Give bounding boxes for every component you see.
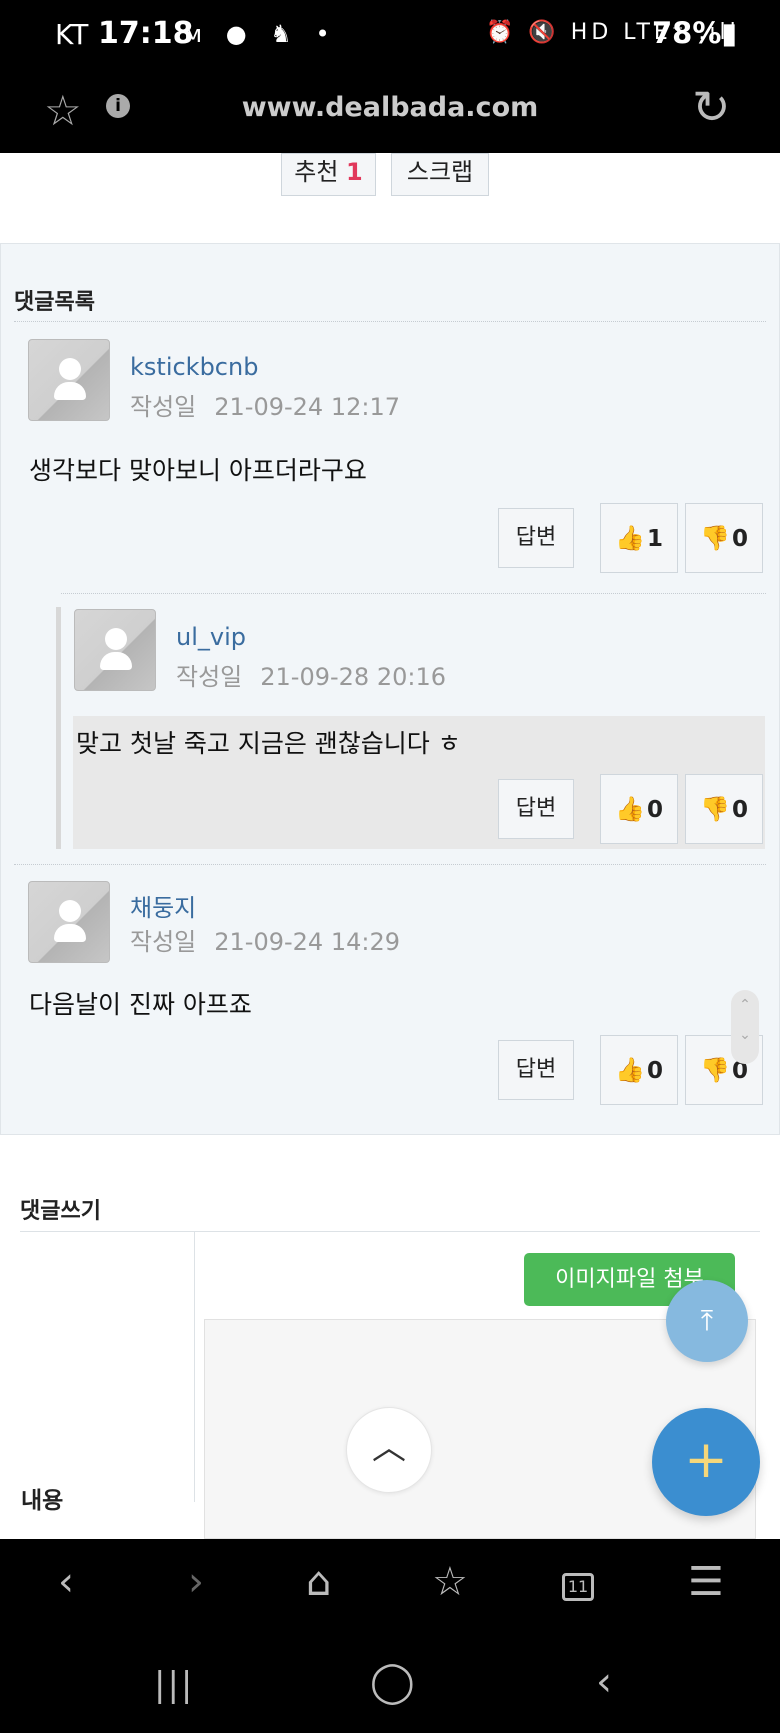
like-button[interactable]: 👍0 (600, 774, 678, 844)
recents-icon[interactable]: ||| (154, 1665, 194, 1705)
like-count: 0 (646, 1058, 663, 1084)
thumbs-down-icon: 👎 (700, 1056, 730, 1084)
recommend-button[interactable]: 추천 1 (281, 153, 376, 196)
chevron-up-icon[interactable]: ︿ (346, 1407, 432, 1493)
comment-list-panel: 댓글목록 kstickbcnb 작성일 21-09-24 12:17 생각보다 맞… (0, 243, 780, 1135)
thumbs-up-icon: 👍 (615, 795, 645, 823)
like-button[interactable]: 👍1 (600, 503, 678, 573)
comment-date: 작성일 21-09-24 14:29 (130, 922, 400, 957)
reply-button[interactable]: 답변 (498, 508, 574, 568)
scrap-button[interactable]: 스크랩 (391, 153, 489, 196)
date-value: 21-09-24 12:17 (214, 393, 400, 421)
comment-author[interactable]: kstickbcnb (130, 353, 258, 381)
comment-date: 작성일 21-09-24 12:17 (130, 387, 400, 422)
home-icon[interactable]: ⌂ (306, 1559, 331, 1605)
add-fab-button[interactable]: + (652, 1408, 760, 1516)
comment-text: 생각보다 맞아보니 아프더라구요 (29, 456, 367, 485)
reply-button[interactable]: 답변 (498, 779, 574, 839)
thumbs-down-icon: 👎 (700, 524, 730, 552)
reply-indent-bar (56, 607, 61, 849)
comment-list-title: 댓글목록 (14, 290, 95, 315)
like-count: 0 (646, 797, 663, 823)
date-label: 작성일 (130, 928, 197, 956)
like-button[interactable]: 👍0 (600, 1035, 678, 1105)
scroll-to-top-icon[interactable]: ⤒ (666, 1280, 748, 1362)
like-count: 1 (646, 526, 663, 552)
reload-icon[interactable]: ↻ (692, 80, 731, 134)
comment-author[interactable]: ul_vip (176, 623, 246, 651)
date-label: 작성일 (130, 393, 197, 421)
dislike-count: 0 (731, 797, 748, 823)
content-label: 내용 (21, 1488, 64, 1514)
bookmarks-icon[interactable]: ☆ (432, 1559, 468, 1605)
comment-text: 다음날이 진짜 아프죠 (29, 990, 252, 1019)
thumbs-up-icon: 👍 (615, 1056, 645, 1084)
comment-date: 작성일 21-09-28 20:16 (176, 657, 446, 692)
dislike-count: 0 (731, 526, 748, 552)
clock: 17:18 (98, 16, 194, 51)
back-icon[interactable]: ‹ (58, 1559, 74, 1605)
status-bar: KT 17:18 ᴍ ● ♞ • ⏰ 🔇 HD LTE⁺ .ıll 78%▮ (0, 0, 780, 70)
forward-icon[interactable]: › (188, 1559, 204, 1605)
avatar (28, 881, 110, 963)
address-field[interactable]: www.dealbada.com (0, 92, 780, 123)
form-column-divider (194, 1232, 195, 1502)
avatar (28, 339, 110, 421)
date-value: 21-09-28 20:16 (260, 663, 446, 691)
notification-icons: ᴍ ● ♞ • (184, 20, 338, 48)
system-nav-bar: ||| ◯ ‹ (0, 1637, 780, 1733)
menu-icon[interactable]: ☰ (688, 1559, 724, 1605)
date-label: 작성일 (176, 663, 243, 691)
date-value: 21-09-24 14:29 (214, 928, 400, 956)
comment-text: 맞고 첫날 죽고 지금은 괜찮습니다 ㅎ (76, 729, 461, 758)
avatar (74, 609, 156, 691)
url-bar: ☆ i www.dealbada.com ↻ (0, 70, 780, 153)
carrier-label: KT (55, 18, 89, 51)
nav-back-icon[interactable]: ‹ (596, 1659, 612, 1705)
divider (14, 864, 766, 865)
dislike-button[interactable]: 👎0 (685, 774, 763, 844)
reply-button[interactable]: 답변 (498, 1040, 574, 1100)
divider (20, 1231, 760, 1232)
thumbs-up-icon: 👍 (615, 524, 645, 552)
dislike-button[interactable]: 👎0 (685, 503, 763, 573)
recommend-label: 추천 (294, 158, 339, 186)
divider (61, 593, 766, 594)
browser-toolbar: ‹ › ⌂ ☆ 11 ☰ (0, 1539, 780, 1637)
comment-write-title: 댓글쓰기 (20, 1199, 101, 1224)
battery-level: 78%▮ (652, 16, 738, 50)
screen: KT 17:18 ᴍ ● ♞ • ⏰ 🔇 HD LTE⁺ .ıll 78%▮ ☆… (0, 0, 780, 1733)
tabs-count-icon[interactable]: 11 (562, 1573, 594, 1601)
home-circle-icon[interactable]: ◯ (370, 1659, 415, 1705)
comment-author[interactable]: 채둥지 (130, 888, 196, 923)
recommend-count: 1 (346, 158, 363, 186)
thumbs-down-icon: 👎 (700, 795, 730, 823)
divider (14, 321, 766, 322)
scroll-handle[interactable]: ⌃ ⌄ (731, 990, 759, 1064)
